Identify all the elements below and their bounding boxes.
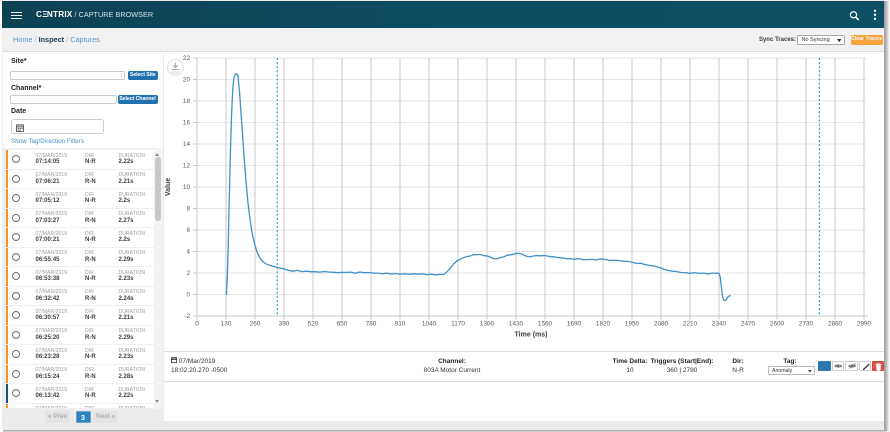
svg-text:2730: 2730 (799, 321, 814, 328)
svg-text:2340: 2340 (712, 321, 727, 328)
svg-text:1560: 1560 (538, 321, 553, 328)
svg-text:8: 8 (186, 206, 190, 213)
svg-text:1950: 1950 (625, 321, 640, 328)
svg-text:260: 260 (250, 321, 261, 328)
svg-text:2860: 2860 (828, 321, 843, 328)
svg-text:10: 10 (183, 184, 191, 191)
svg-text:1170: 1170 (451, 321, 465, 328)
svg-text:2: 2 (186, 270, 190, 277)
svg-text:650: 650 (337, 321, 348, 328)
svg-text:2600: 2600 (770, 321, 785, 328)
svg-text:1690: 1690 (567, 321, 582, 328)
svg-text:0: 0 (195, 321, 199, 328)
svg-text:12: 12 (183, 163, 191, 170)
svg-text:20: 20 (183, 77, 191, 84)
svg-text:6: 6 (186, 227, 190, 234)
svg-text:520: 520 (308, 321, 319, 328)
svg-text:1300: 1300 (480, 321, 495, 328)
svg-text:Time (ms): Time (ms) (515, 332, 548, 339)
svg-text:22: 22 (183, 55, 191, 62)
svg-text:390: 390 (279, 321, 290, 328)
svg-text:18: 18 (183, 98, 191, 105)
svg-text:2470: 2470 (741, 321, 756, 328)
svg-text:1820: 1820 (596, 321, 611, 328)
svg-text:2990: 2990 (857, 321, 872, 328)
svg-text:14: 14 (183, 141, 191, 148)
svg-text:2210: 2210 (683, 321, 698, 328)
svg-text:4: 4 (186, 249, 190, 256)
svg-text:0: 0 (186, 292, 190, 299)
svg-text:1430: 1430 (509, 321, 524, 328)
svg-text:16: 16 (183, 120, 191, 127)
svg-text:1040: 1040 (422, 321, 437, 328)
svg-text:910: 910 (395, 321, 406, 328)
svg-text:130: 130 (221, 321, 232, 328)
svg-text:RESET: RESET (170, 70, 180, 74)
svg-text:Value: Value (165, 178, 172, 196)
svg-text:2080: 2080 (654, 321, 669, 328)
svg-text:-2: -2 (184, 313, 190, 320)
svg-text:780: 780 (366, 321, 377, 328)
